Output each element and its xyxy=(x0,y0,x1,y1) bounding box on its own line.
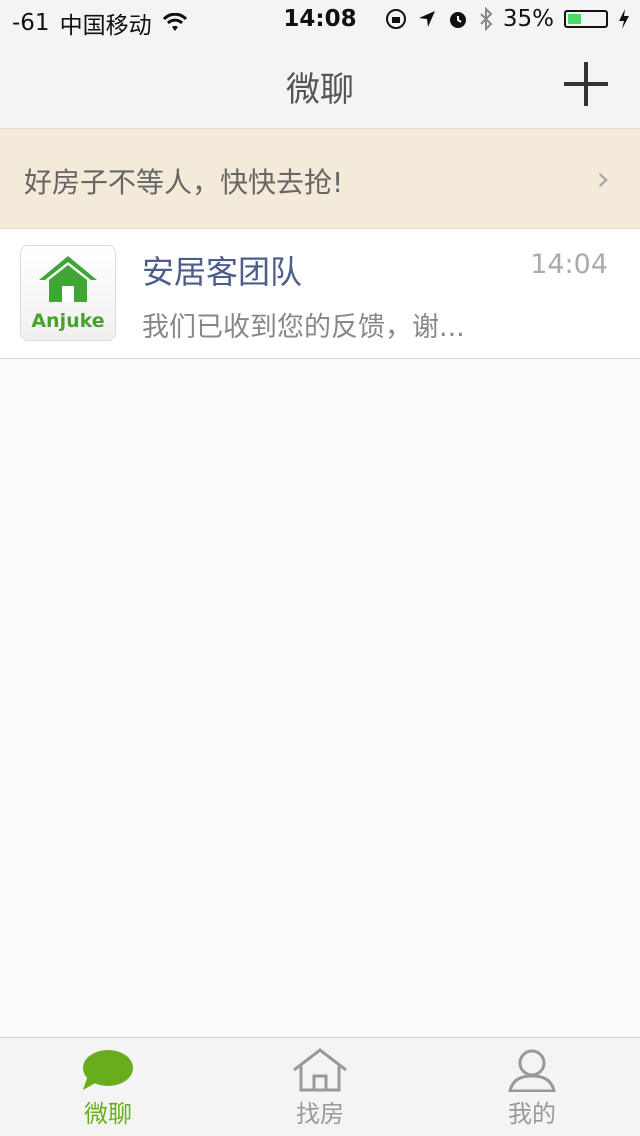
tab-me[interactable]: 我的 xyxy=(472,1048,592,1129)
promo-text: 好房子不等人，快快去抢! xyxy=(24,166,344,199)
house-logo-icon xyxy=(39,256,97,302)
tab-find-house[interactable]: 找房 xyxy=(260,1048,380,1129)
battery-icon xyxy=(564,10,608,28)
battery-percent: 35% xyxy=(502,6,554,32)
chat-list-item[interactable]: Anjuke 安居客团队 14:04 我们已收到您的反馈，谢... xyxy=(0,229,640,359)
tab-label: 找房 xyxy=(296,1100,344,1128)
battery-level xyxy=(568,14,581,24)
promo-banner[interactable]: 好房子不等人，快快去抢! › xyxy=(0,129,640,229)
bluetooth-icon xyxy=(480,7,493,31)
tab-label: 我的 xyxy=(508,1100,556,1128)
page-title: 微聊 xyxy=(286,70,354,110)
plus-icon[interactable] xyxy=(560,58,612,110)
tab-bar: 微聊 找房 我的 xyxy=(0,1037,640,1136)
alarm-icon xyxy=(449,12,466,28)
location-arrow-icon xyxy=(418,11,435,27)
chevron-right-icon: › xyxy=(596,159,610,199)
tab-label: 微聊 xyxy=(84,1100,132,1128)
avatar: Anjuke xyxy=(20,245,116,341)
chat-name: 安居客团队 xyxy=(142,253,303,291)
tab-chat[interactable]: 微聊 xyxy=(48,1048,168,1129)
chat-bubble-icon xyxy=(83,1050,133,1090)
status-bar: -61 中国移动 14:08 35% xyxy=(0,0,640,40)
charging-bolt-icon xyxy=(619,9,629,29)
nav-bar: 微聊 xyxy=(0,40,640,129)
house-icon xyxy=(293,1048,347,1092)
chat-time: 14:04 xyxy=(530,249,608,280)
chat-preview: 我们已收到您的反馈，谢... xyxy=(142,312,465,343)
person-icon xyxy=(508,1049,556,1092)
status-right: 35% xyxy=(385,6,630,32)
rotation-lock-icon xyxy=(385,9,406,29)
avatar-logo-text: Anjuke xyxy=(31,310,105,332)
